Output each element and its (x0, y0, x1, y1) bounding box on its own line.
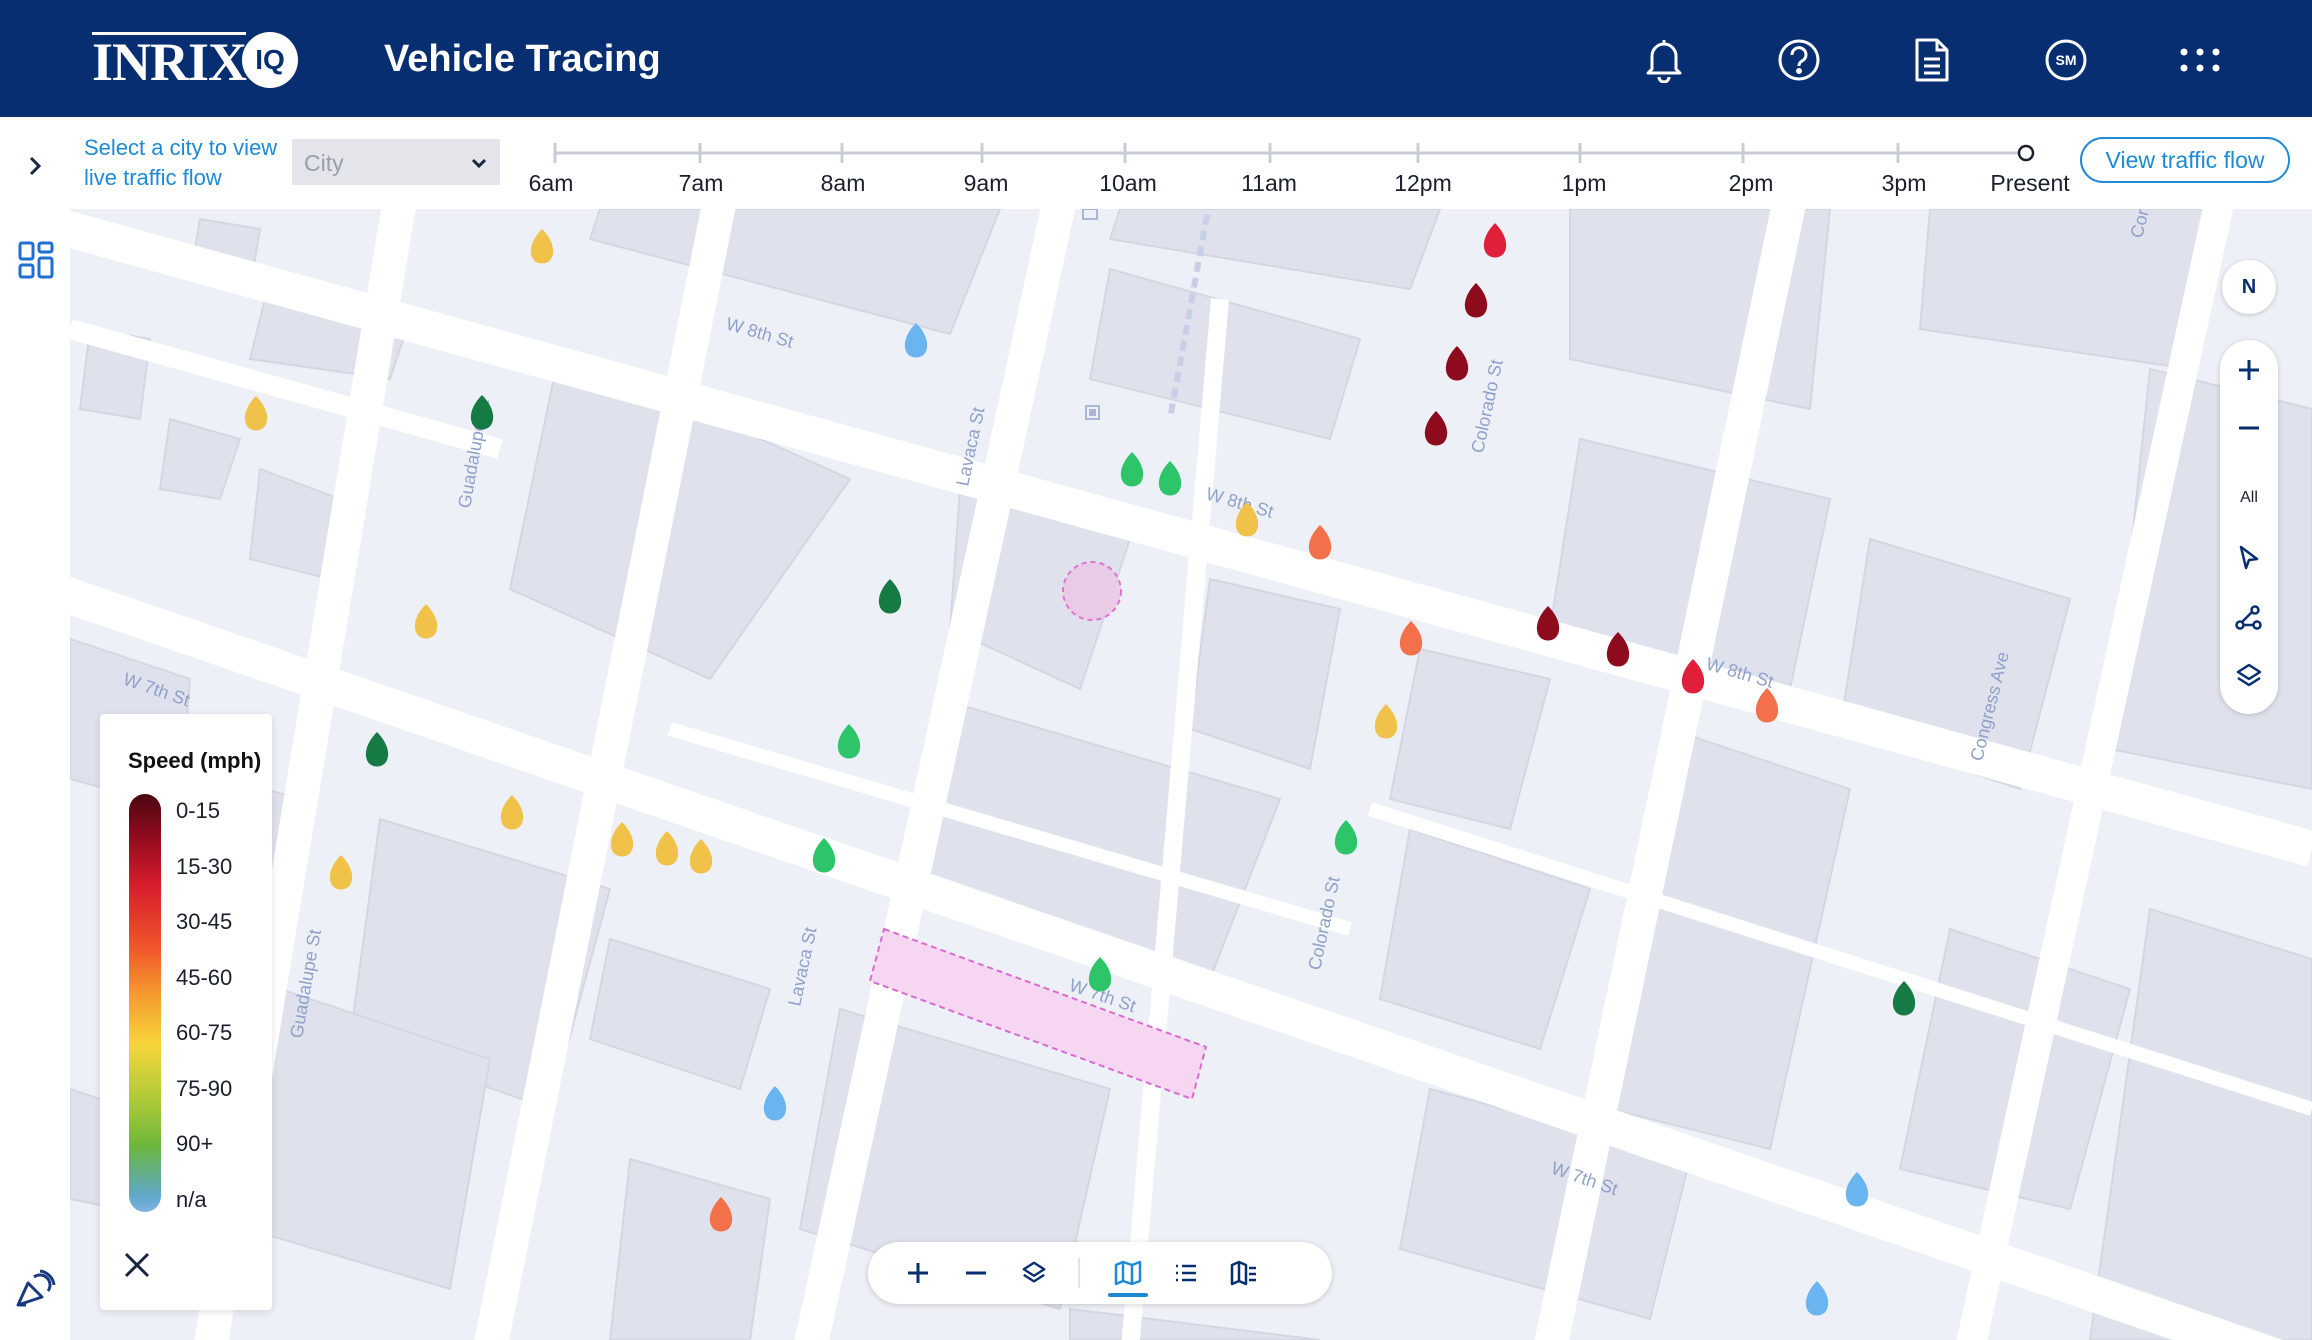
broadcast-icon[interactable] (14, 1267, 58, 1311)
apps-grid-icon[interactable] (2172, 32, 2228, 88)
view-traffic-flow-button[interactable]: View traffic flow (2080, 137, 2290, 183)
timeline-label-6am: 6am (528, 170, 574, 196)
timeline-present-handle (2017, 144, 2035, 162)
selected-intersection (1062, 561, 1122, 621)
layers-icon[interactable] (1010, 1249, 1058, 1297)
close-icon[interactable] (122, 1250, 152, 1280)
legend-item-15-30: 15-30 (176, 854, 233, 879)
app-header: INRIX IQ Vehicle Tracing SM (0, 0, 2312, 117)
legend-item-0-15: 0-15 (176, 798, 221, 823)
map-base: W 8th St W 8th St W 8th St W 7th St W 7t… (70, 209, 2312, 1340)
legend-item-30-45: 30-45 (176, 909, 233, 934)
legend-item-45-60: 45-60 (176, 965, 233, 990)
legend-title: Speed (mph) (128, 748, 262, 773)
timeline-label-1pm: 1pm (1561, 170, 1607, 196)
timeline-toolbar: Select a city to view live traffic flow … (70, 117, 2312, 210)
show-all-button[interactable]: All (2220, 474, 2278, 522)
timeline-label-2pm: 2pm (1728, 170, 1774, 196)
route-icon[interactable] (2220, 594, 2278, 642)
timeline-label-9am: 9am (963, 170, 1009, 196)
chevron-right-icon[interactable] (22, 153, 48, 179)
time-slider[interactable]: 6am 7am 8am 9am 10am 11am 12pm 1pm 2pm 3… (70, 117, 2312, 209)
timeline-label-12pm: 12pm (1394, 170, 1452, 196)
timeline-label-3pm: 3pm (1881, 170, 1927, 196)
legend-item-75-90: 75-90 (176, 1076, 233, 1101)
legend-item-90-plus: 90+ (176, 1131, 214, 1156)
timeline-track (553, 143, 2035, 163)
bell-icon[interactable] (1636, 32, 1692, 88)
cursor-select-icon[interactable] (2220, 534, 2278, 582)
legend-item-na: n/a (176, 1187, 207, 1212)
zoom-out-icon[interactable] (2220, 404, 2278, 452)
user-avatar-icon[interactable]: SM (2038, 32, 2094, 88)
help-icon[interactable] (1771, 32, 1827, 88)
timeline-label-11am: 11am (1241, 170, 1297, 196)
map-view-icon[interactable] (1104, 1249, 1152, 1297)
page-title: Vehicle Tracing (384, 38, 661, 80)
timeline-label-present: Present (1990, 170, 2070, 196)
inrix-iq-logo[interactable]: INRIX IQ (92, 30, 299, 92)
timeline-label-10am: 10am (1099, 170, 1157, 196)
toolbar-divider (1078, 1258, 1080, 1288)
legend-item-60-75: 60-75 (176, 1020, 233, 1045)
zoom-in-icon[interactable] (894, 1249, 942, 1297)
compass-north-button[interactable]: N (2222, 260, 2276, 314)
active-indicator (1108, 1293, 1148, 1297)
layers-icon[interactable] (2220, 652, 2278, 700)
timeline-label-7am: 7am (678, 170, 724, 196)
logo-text: INRIX (92, 31, 247, 92)
sidebar (0, 117, 71, 1340)
map-canvas[interactable]: W 8th St W 8th St W 8th St W 7th St W 7t… (70, 209, 2312, 1340)
speed-legend: Speed (mph) 0-15 15-30 30-45 45-60 60-75… (100, 714, 272, 1310)
timeline-label-8am: 8am (820, 170, 866, 196)
document-icon[interactable] (1904, 32, 1960, 88)
dashboard-icon[interactable] (18, 241, 54, 279)
split-view-icon[interactable] (1220, 1249, 1268, 1297)
list-view-icon[interactable] (1162, 1249, 1210, 1297)
logo-badge: IQ (242, 32, 299, 88)
speed-color-scale (129, 794, 161, 1212)
zoom-out-icon[interactable] (952, 1249, 1000, 1297)
bottom-map-toolbar (868, 1242, 1332, 1304)
zoom-in-icon[interactable] (2220, 346, 2278, 394)
map-controls-panel: All (2220, 340, 2278, 714)
avatar-initials: SM (2055, 52, 2077, 68)
